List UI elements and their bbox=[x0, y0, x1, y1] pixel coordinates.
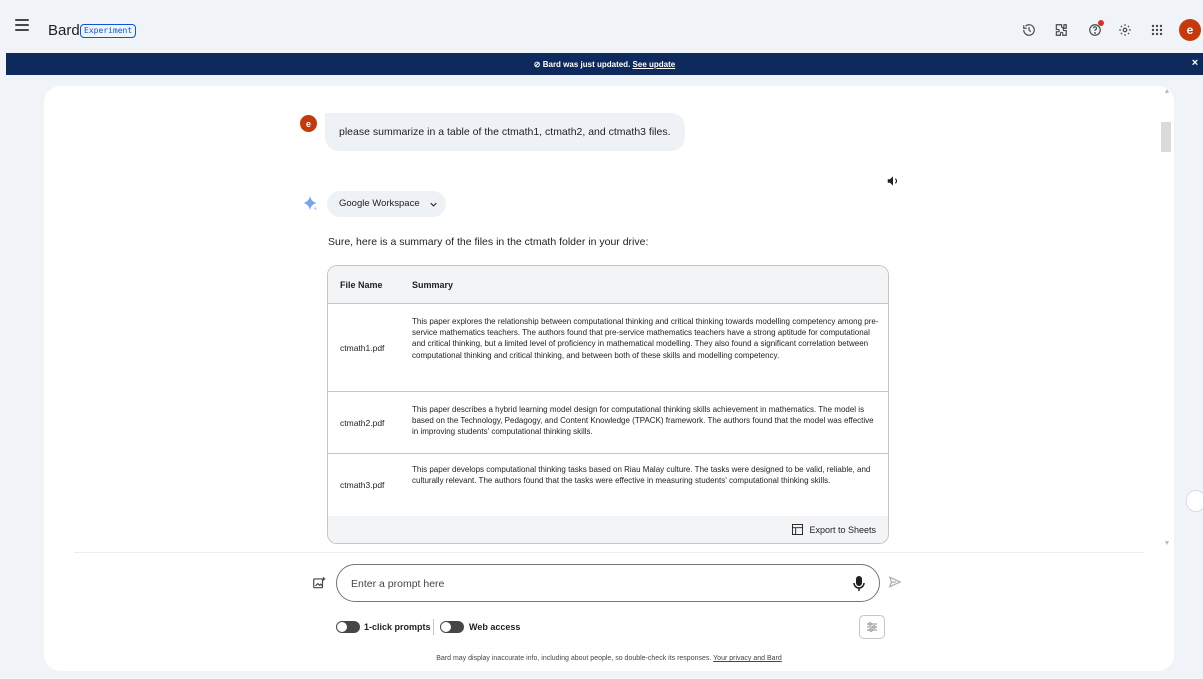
file-name-cell: ctmath1.pdf bbox=[340, 343, 385, 353]
update-banner: ⊘ Bard was just updated. See update × bbox=[6, 53, 1203, 75]
history-icon[interactable] bbox=[1020, 21, 1038, 39]
prompt-box bbox=[336, 564, 880, 602]
scroll-up-icon[interactable]: ▲ bbox=[1163, 88, 1171, 96]
summary-cell: This paper develops computational thinki… bbox=[412, 465, 871, 486]
column-header-file-name: File Name bbox=[340, 280, 383, 290]
prompt-input[interactable] bbox=[351, 575, 831, 593]
web-access-toggle[interactable] bbox=[440, 621, 464, 633]
menu-icon[interactable] bbox=[12, 16, 32, 36]
file-name-cell: ctmath3.pdf bbox=[340, 480, 385, 490]
file-name-cell: ctmath2.pdf bbox=[340, 418, 385, 428]
settings-icon[interactable] bbox=[1116, 21, 1134, 39]
summary-cell: This paper describes a hybrid learning m… bbox=[412, 405, 874, 437]
main-card: e please summarize in a table of the ctm… bbox=[44, 86, 1174, 671]
notification-dot bbox=[1098, 20, 1104, 26]
table-row: ctmath1.pdf This paper explores the rela… bbox=[328, 304, 888, 392]
workspace-extension-chip[interactable]: Google Workspace bbox=[327, 191, 446, 217]
send-icon[interactable] bbox=[888, 575, 904, 591]
app-name[interactable]: Bard bbox=[48, 22, 80, 39]
chat-area: e please summarize in a table of the ctm… bbox=[44, 86, 1174, 552]
top-bar: Bard Experiment e bbox=[0, 0, 1203, 52]
see-update-link[interactable]: See update bbox=[633, 60, 676, 69]
close-icon[interactable]: × bbox=[1189, 57, 1201, 69]
divider bbox=[74, 552, 1144, 553]
chevron-down-icon bbox=[429, 202, 437, 207]
tune-settings-button[interactable] bbox=[859, 615, 885, 639]
extensions-icon[interactable] bbox=[1052, 21, 1070, 39]
side-panel-toggle-icon[interactable] bbox=[1186, 490, 1203, 512]
upload-image-icon[interactable] bbox=[312, 576, 326, 590]
sliders-icon bbox=[867, 622, 877, 632]
microphone-icon[interactable] bbox=[853, 576, 867, 592]
chip-label: Google Workspace bbox=[339, 198, 420, 209]
user-avatar: e bbox=[300, 115, 317, 132]
scroll-down-icon[interactable]: ▼ bbox=[1163, 540, 1171, 548]
table-footer: Export to Sheets bbox=[328, 516, 888, 543]
banner-text: Bard was just updated. bbox=[542, 60, 631, 69]
disclaimer-text: Bard may display inaccurate info, includ… bbox=[436, 655, 712, 662]
table-row: ctmath2.pdf This paper describes a hybri… bbox=[328, 392, 888, 454]
user-message: please summarize in a table of the ctmat… bbox=[325, 113, 685, 151]
web-access-label: Web access bbox=[469, 622, 521, 632]
summary-table: File Name Summary ctmath1.pdf This paper… bbox=[327, 265, 889, 544]
speaker-icon[interactable] bbox=[886, 174, 900, 188]
experiment-badge: Experiment bbox=[80, 24, 137, 38]
disclaimer: Bard may display inaccurate info, includ… bbox=[44, 655, 1174, 662]
toggle-separator bbox=[433, 619, 434, 635]
sheets-icon bbox=[792, 524, 804, 535]
column-header-summary: Summary bbox=[412, 280, 454, 290]
one-click-prompts-label: 1-click prompts bbox=[364, 622, 431, 632]
chat-scrollbar[interactable]: ▲ ▼ bbox=[1160, 86, 1174, 552]
account-avatar[interactable]: e bbox=[1179, 19, 1201, 41]
table-header: File Name Summary bbox=[328, 266, 888, 304]
one-click-prompts-toggle[interactable] bbox=[336, 621, 360, 633]
export-to-sheets-button[interactable]: Export to Sheets bbox=[792, 524, 876, 535]
privacy-link[interactable]: Your privacy and Bard bbox=[713, 655, 782, 662]
summary-cell: This paper explores the relationship bet… bbox=[412, 317, 879, 360]
scrollbar-thumb[interactable] bbox=[1161, 122, 1171, 152]
response-intro: Sure, here is a summary of the files in … bbox=[328, 236, 649, 248]
export-label: Export to Sheets bbox=[809, 524, 876, 535]
help-icon[interactable] bbox=[1086, 20, 1104, 39]
apps-icon[interactable] bbox=[1148, 21, 1166, 39]
table-row: ctmath3.pdf This paper develops computat… bbox=[328, 454, 888, 516]
check-circle-icon: ⊘ bbox=[533, 60, 541, 69]
bard-sparkle-icon bbox=[302, 195, 318, 211]
